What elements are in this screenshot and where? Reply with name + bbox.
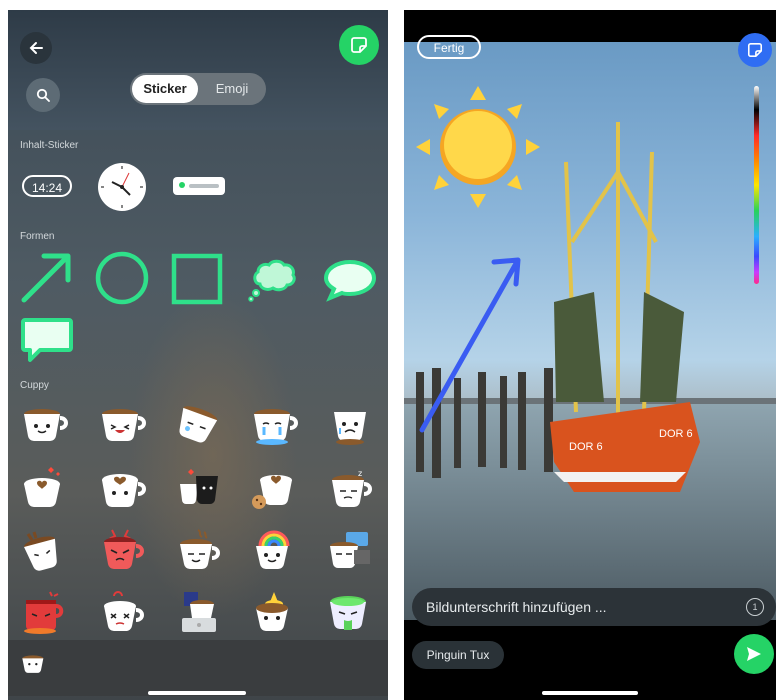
caption-placeholder: Bildunterschrift hinzufügen ... [426, 599, 607, 615]
color-picker-slider[interactable] [754, 86, 759, 284]
image-editor-screen: DOR 6 DOR 6 Fertig Bildunterschrift hinz… [404, 10, 776, 700]
section-label-content: Inhalt-Sticker [20, 140, 79, 151]
location-pin-icon [179, 182, 185, 188]
circle-shape-sticker[interactable] [94, 250, 150, 306]
cuppy-tired-sticker[interactable] [174, 402, 222, 446]
cuppy-dizzy-sticker[interactable] [98, 590, 146, 634]
cuppy-angry-sticker[interactable] [98, 528, 146, 572]
recipient-chip[interactable]: Pinguin Tux [412, 641, 504, 669]
sticker-toggle-button[interactable] [339, 25, 379, 65]
cuppy-spill-sticker[interactable] [20, 528, 68, 572]
cuppy-crying-sticker[interactable] [250, 402, 298, 446]
tab-emoji[interactable]: Emoji [200, 73, 264, 105]
thought-bubble-sticker[interactable] [248, 258, 298, 302]
home-indicator [148, 691, 246, 695]
cuppy-work-sticker[interactable] [174, 590, 222, 634]
recent-stickers-bar [8, 640, 388, 696]
cuppy-sleepy-sticker[interactable]: z [326, 466, 374, 510]
search-button[interactable] [26, 78, 60, 112]
cuppy-love-sticker[interactable] [20, 466, 68, 510]
square-shape-sticker[interactable] [170, 252, 224, 306]
sun-emoji-sticker[interactable] [414, 84, 542, 210]
arrow-shape-sticker[interactable] [18, 248, 76, 306]
chat-box-sticker[interactable] [20, 316, 74, 364]
sticker-icon [747, 42, 763, 58]
arrow-left-icon [29, 42, 43, 54]
sticker-emoji-tabs: Sticker Emoji [130, 73, 266, 105]
cuppy-idea-sticker[interactable] [250, 590, 298, 634]
sticker-button[interactable] [738, 33, 772, 67]
section-label-cuppy: Cuppy [20, 380, 49, 391]
home-indicator [542, 691, 638, 695]
cuppy-rainbow-sticker[interactable] [250, 528, 298, 572]
cuppy-cookie-sticker[interactable] [250, 466, 298, 510]
recent-sticker-cuppy[interactable] [20, 650, 48, 676]
location-sticker[interactable] [173, 177, 225, 195]
speech-bubble-sticker[interactable] [322, 258, 378, 302]
done-button[interactable]: Fertig [417, 35, 481, 59]
back-button[interactable] [20, 32, 52, 64]
send-button[interactable] [734, 634, 774, 674]
arrow-drawing[interactable] [414, 248, 534, 438]
cuppy-sick-sticker[interactable] [326, 590, 374, 634]
cuppy-sad-sticker[interactable] [326, 402, 374, 446]
cuppy-couple-sticker[interactable] [174, 466, 222, 510]
view-once-icon[interactable]: 1 [746, 598, 764, 616]
caption-input[interactable]: Bildunterschrift hinzufügen ... 1 [412, 588, 776, 626]
clock-sticker[interactable] [96, 161, 148, 213]
edited-photo: DOR 6 DOR 6 [404, 42, 776, 620]
boat-name-left: DOR 6 [569, 441, 603, 453]
location-placeholder [189, 184, 219, 188]
send-icon [747, 647, 761, 661]
cuppy-hot-sticker[interactable] [20, 590, 68, 634]
header-background [8, 10, 388, 130]
sticker-icon [351, 37, 367, 53]
sticker-picker-screen: Sticker Emoji Inhalt-Sticker 14:24 Forme… [8, 10, 388, 700]
search-icon [36, 88, 50, 102]
cuppy-happy-sticker[interactable] [20, 402, 68, 446]
tab-sticker[interactable]: Sticker [132, 75, 198, 103]
cuppy-laptop-sticker[interactable] [326, 528, 374, 572]
cuppy-laughing-sticker[interactable] [98, 402, 146, 446]
cuppy-broken-heart-sticker[interactable] [98, 466, 146, 510]
section-label-shapes: Formen [20, 231, 55, 242]
time-sticker[interactable]: 14:24 [22, 175, 72, 197]
boat-name-right: DOR 6 [659, 428, 693, 440]
cuppy-steam-sticker[interactable] [174, 528, 222, 572]
